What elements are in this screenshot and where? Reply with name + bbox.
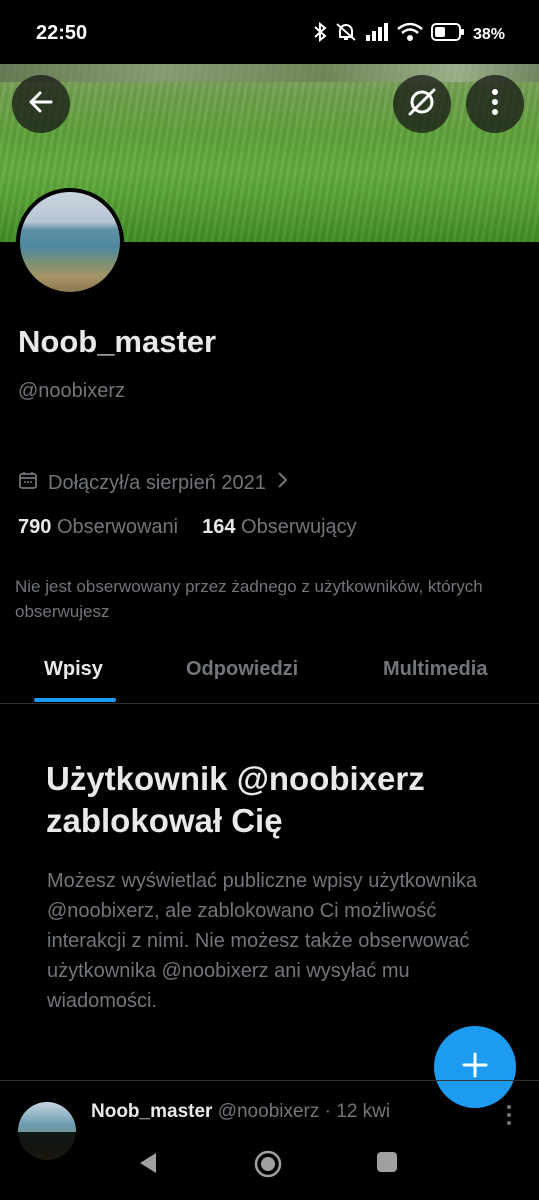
blocked-description: Możesz wyświetlać publiczne wpisy użytko… [47, 870, 478, 1012]
mute-icon [335, 22, 357, 47]
joined-date[interactable]: Dołączył/a sierpień 2021 [18, 470, 288, 496]
plus-icon [461, 1051, 489, 1084]
follow-stats: 790 Obserwowani 164 Obserwujący [18, 516, 357, 539]
post-more-icon[interactable] [506, 1104, 512, 1131]
mutual-followers-note: Nie jest obserwowany przez żadnego z uży… [15, 577, 483, 621]
nav-recents-button[interactable] [375, 1150, 399, 1179]
grok-icon [406, 86, 438, 123]
display-name: Noob_master [18, 324, 217, 359]
more-options-button[interactable] [466, 75, 524, 133]
status-time: 22:50 [36, 22, 88, 44]
profile-tabs: Wpisy Odpowiedzi Multimedia [0, 642, 539, 704]
chevron-right-icon [276, 471, 288, 495]
grok-button[interactable] [393, 75, 451, 133]
battery-percent: 38% [472, 25, 505, 43]
nav-back-button[interactable] [136, 1150, 160, 1181]
status-bar: 22:50 38% [0, 0, 539, 64]
active-tab-indicator [34, 698, 116, 702]
calendar-icon [18, 470, 38, 496]
following-label: Obserwowani [56, 516, 179, 538]
signal-icon [365, 23, 389, 46]
following-count: 790 [18, 516, 52, 538]
profile-avatar[interactable] [16, 188, 124, 296]
followers-label: Obserwujący [241, 516, 357, 538]
post-header[interactable]: Noob_master @noobixerz · 12 kwi [91, 1101, 390, 1123]
tab-media[interactable]: Multimedia [383, 658, 487, 681]
system-nav-bar [0, 1132, 539, 1200]
followers-count: 164 [202, 516, 236, 538]
more-vertical-icon [491, 88, 499, 121]
wifi-icon [397, 22, 423, 47]
back-button[interactable] [12, 75, 70, 133]
following-link[interactable]: 790 Obserwowani [18, 516, 178, 539]
tab-posts[interactable]: Wpisy [44, 658, 103, 681]
post-divider [0, 1080, 539, 1081]
arrow-left-icon [27, 88, 55, 121]
post-author: Noob_master [91, 1101, 213, 1122]
joined-label: Dołączył/a sierpień 2021 [48, 471, 266, 494]
tab-replies[interactable]: Odpowiedzi [186, 658, 298, 681]
battery-icon [430, 23, 465, 46]
followers-link[interactable]: 164 Obserwujący [202, 516, 357, 539]
blocked-title: Użytkownik @noobixerz zablokował Cię [46, 760, 425, 839]
status-icons: 38% [313, 21, 505, 47]
bluetooth-icon [313, 21, 327, 47]
compose-button[interactable] [434, 1026, 516, 1108]
banner-treeline [0, 64, 539, 82]
nav-home-button[interactable] [254, 1150, 282, 1183]
user-handle: @noobixerz [18, 380, 126, 402]
post-handle-time: @noobixerz · 12 kwi [217, 1101, 391, 1122]
